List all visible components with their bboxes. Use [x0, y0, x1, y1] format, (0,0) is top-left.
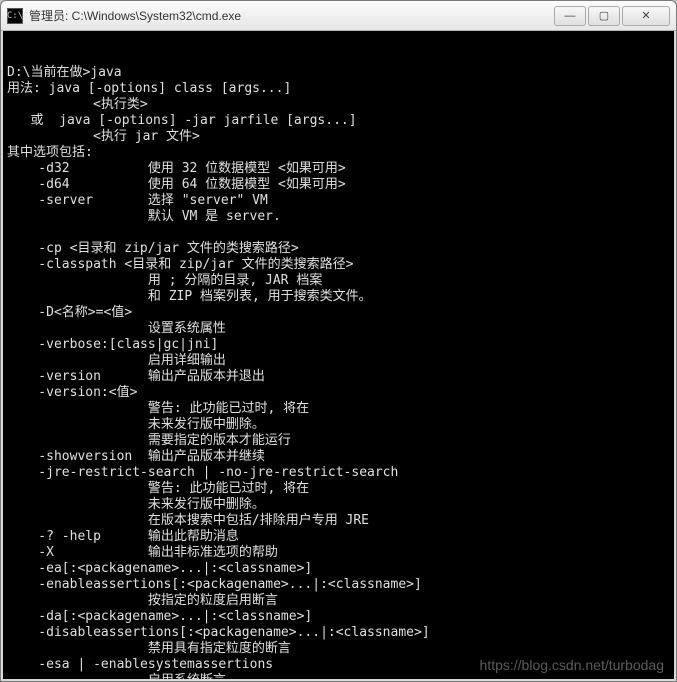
- terminal-area[interactable]: D:\当前在做>java 用法: java [-options] class […: [1, 31, 676, 681]
- cmd-window: C:\ 管理员: C:\Windows\System32\cmd.exe — ▢…: [0, 0, 677, 682]
- window-controls: — ▢ ✕: [554, 6, 670, 26]
- terminal-output: D:\当前在做>java 用法: java [-options] class […: [7, 65, 670, 681]
- titlebar[interactable]: C:\ 管理员: C:\Windows\System32\cmd.exe — ▢…: [1, 1, 676, 31]
- minimize-button[interactable]: —: [554, 6, 586, 26]
- close-button[interactable]: ✕: [622, 6, 670, 26]
- cmd-icon: C:\: [7, 8, 23, 24]
- watermark-text: https://blog.csdn.net/turbodag: [480, 657, 664, 673]
- maximize-button[interactable]: ▢: [588, 6, 620, 26]
- window-title: 管理员: C:\Windows\System32\cmd.exe: [29, 7, 554, 24]
